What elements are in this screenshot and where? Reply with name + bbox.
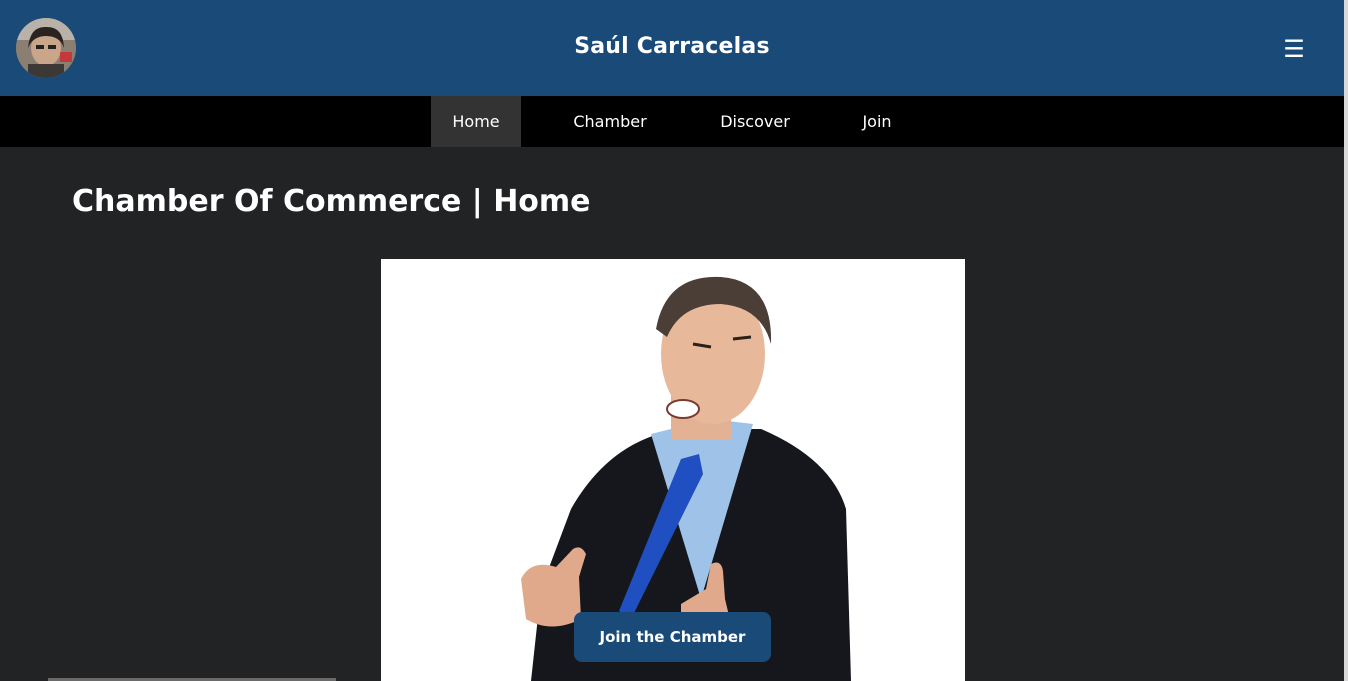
page-scrollbar[interactable] [1344, 0, 1348, 681]
site-header: Saúl Carracelas ☰ [0, 0, 1344, 96]
nav-item-chamber[interactable]: Chamber [561, 96, 659, 147]
hero-image: Join the Chamber [381, 259, 965, 681]
hamburger-menu-icon[interactable]: ☰ [1280, 35, 1308, 63]
join-the-chamber-button[interactable]: Join the Chamber [574, 612, 771, 662]
main-navigation: Home Chamber Discover Join [0, 96, 1344, 147]
page-title: Chamber Of Commerce | Home [72, 184, 591, 219]
nav-item-join[interactable]: Join [851, 96, 903, 147]
nav-item-home[interactable]: Home [431, 96, 521, 147]
site-title: Saúl Carracelas [574, 34, 770, 59]
nav-item-discover[interactable]: Discover [709, 96, 801, 147]
